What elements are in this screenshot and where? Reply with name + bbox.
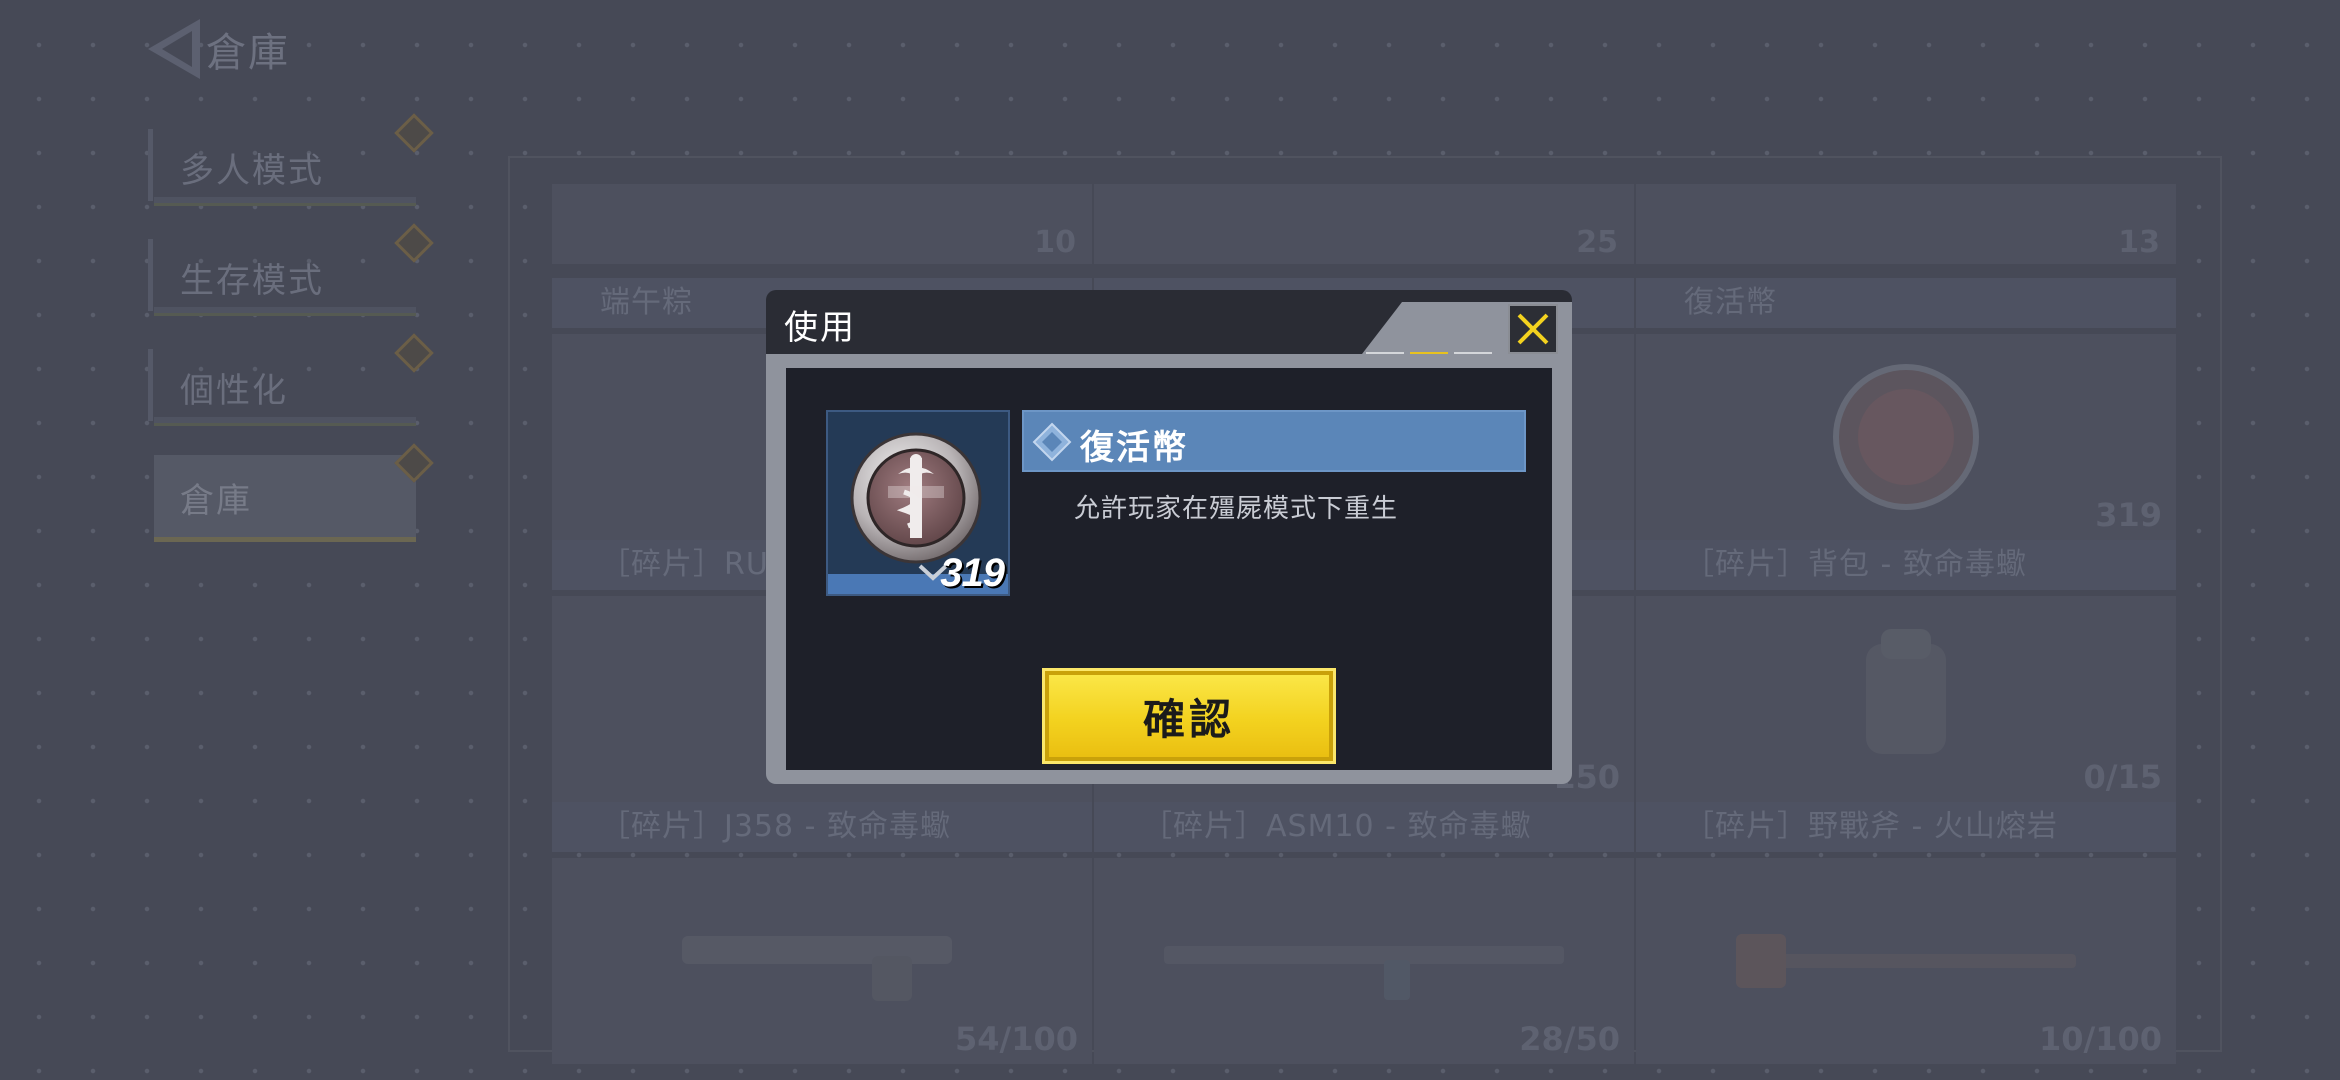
item-count: 10 [1034,225,1076,260]
inventory-item[interactable]: ［碎片］背包 - 致命毒蠍 0/15 [1636,540,2176,802]
inventory-item[interactable]: 25 [1094,184,1634,264]
item-title: ［碎片］背包 - 致命毒蠍 [1636,540,2176,590]
tab-survival[interactable]: 生存模式 [148,223,434,345]
side-tabs: 多人模式 生存模式 個性化 倉庫 [148,113,434,565]
dialog-body: 319 復活幣 允許玩家在殭屍模式下重生 確認 [766,354,1572,784]
dialog-content: 319 復活幣 允許玩家在殭屍模式下重生 確認 [786,368,1552,770]
confirm-button[interactable]: 確認 [1042,668,1336,764]
back-arrow-icon [148,19,200,79]
item-quantity: 319 [940,551,1005,595]
item-title: 復活幣 [1636,278,2176,328]
item-count: 0/15 [2083,758,2162,796]
tab-label: 多人模式 [180,151,324,191]
item-count: 13 [2118,225,2160,260]
item-description: 允許玩家在殭屍模式下重生 [1074,494,1399,524]
tab-multiplayer[interactable]: 多人模式 [148,113,434,235]
tab-label: 倉庫 [180,481,252,521]
close-x-icon [1517,313,1549,345]
inventory-item[interactable]: ［碎片］J358 - 致命毒蠍 54/100 [552,802,1092,1064]
axe-icon [1736,934,2076,988]
item-count: 28/50 [1519,1020,1620,1058]
inventory-item[interactable]: 10 [552,184,1092,264]
item-title: ［碎片］ASM10 - 致命毒蠍 [1094,802,1634,852]
new-badge-icon [394,113,434,153]
item-card: 319 [826,410,1010,596]
inventory-item[interactable]: 13 [1636,184,2176,264]
backpack-icon [1866,629,1946,754]
item-name: 復活幣 [1080,428,1188,468]
item-count: 25 [1576,225,1618,260]
tab-label: 個性化 [180,371,288,411]
revive-coin-icon [1833,364,1979,510]
item-count: 54/100 [954,1020,1078,1058]
dialog-title: 使用 [784,308,856,348]
item-count: 10/100 [2038,1020,2162,1058]
rifle-icon [1164,946,1564,1000]
item-count: 319 [2095,496,2162,534]
inventory-top-row: 10 25 13 [552,184,2176,264]
item-title: ［碎片］野戰斧 - 火山熔岩 [1636,802,2176,852]
diamond-gem-icon [1032,422,1072,462]
inventory-item[interactable]: ［碎片］野戰斧 - 火山熔岩 10/100 [1636,802,2176,1064]
use-item-dialog: 使用 319 復活幣 允許玩家在殭屍模式下重生 確認 [766,290,1572,784]
close-button[interactable] [1508,304,1558,354]
tab-personalization[interactable]: 個性化 [148,333,434,455]
tab-label: 生存模式 [180,261,324,301]
back-button[interactable]: 倉庫 [148,18,290,80]
inventory-item[interactable]: 復活幣 319 [1636,278,2176,540]
pistol-icon [682,936,952,1001]
item-title: ［碎片］J358 - 致命毒蠍 [552,802,1092,852]
page-title: 倉庫 [206,30,290,76]
inventory-item[interactable]: ［碎片］ASM10 - 致命毒蠍 28/50 [1094,802,1634,1064]
item-name-bar: 復活幣 [1022,410,1526,472]
medical-caduceus-coin-icon [850,432,982,564]
tab-inventory[interactable]: 倉庫 [148,443,434,565]
confirm-label: 確認 [1142,694,1235,744]
